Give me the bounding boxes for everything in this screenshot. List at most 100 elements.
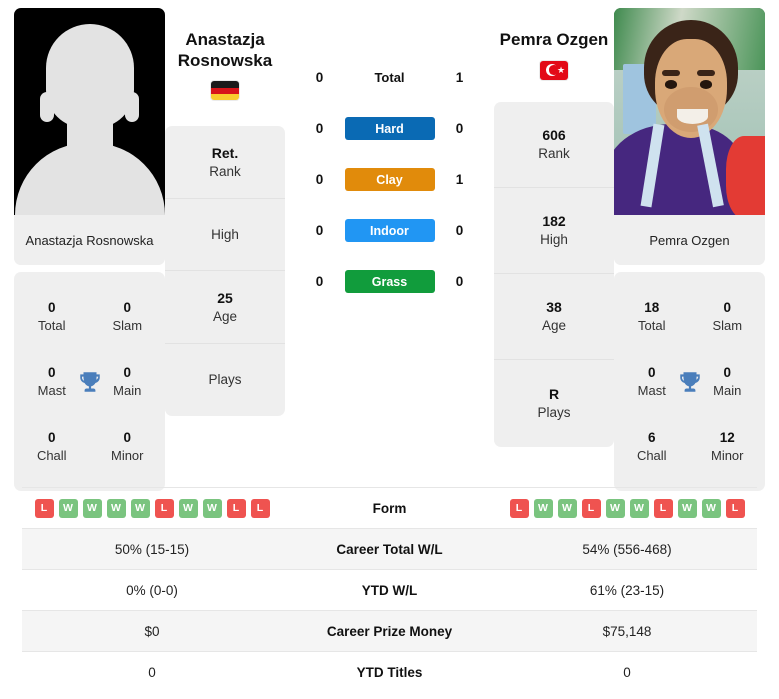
surface-row-indoor: 0 Indoor 0 (285, 219, 494, 242)
left-player-name[interactable]: Anastazja Rosnowska (165, 30, 285, 71)
right-player-photo-card[interactable]: Pemra Ozgen (614, 8, 765, 265)
name-line-1: Pemra Ozgen (499, 30, 609, 49)
right-titles-total: 18 Total (614, 299, 690, 334)
form-badge-l: L (653, 498, 673, 518)
label: Minor (710, 447, 744, 463)
right-player-name-block: Pemra Ozgen ★ (494, 8, 614, 80)
label: Plays (208, 372, 242, 388)
form-badge-w: W (58, 498, 78, 518)
name-line-1: Anastazja (185, 30, 265, 49)
value: Ret. (211, 144, 239, 161)
surface-badge-grass[interactable]: Grass (344, 270, 435, 293)
form-badge-w: W (202, 498, 222, 518)
left-score-indoor: 0 (315, 223, 324, 238)
left-score-grass: 0 (315, 274, 324, 289)
left-player-photo-card[interactable]: Anastazja Rosnowska (14, 8, 165, 265)
label: Total (638, 317, 666, 333)
player-portrait-image (614, 8, 765, 215)
right-stat-rank: 606 Rank (494, 102, 614, 188)
right-score-total: 1 (455, 70, 464, 85)
name-line-2: Rosnowska (177, 50, 273, 70)
right-titles-chall: 6 Chall (614, 429, 690, 464)
form-badge-w: W (130, 498, 150, 518)
right-score-grass: 0 (455, 274, 464, 289)
value: 18 (644, 300, 660, 316)
label: Chall (636, 447, 667, 463)
left-stat-age: 25 Age (165, 271, 285, 344)
surface-row-total: 0 Total 1 (285, 66, 494, 89)
label: Total (38, 317, 66, 333)
left-score-clay: 0 (315, 172, 324, 187)
table-row-career-total-wl: 50% (15-15) Career Total W/L 54% (556-46… (22, 528, 757, 570)
right-score-hard: 0 (455, 121, 464, 136)
form-badge-w: W (106, 498, 126, 518)
surface-badge-hard[interactable]: Hard (344, 117, 435, 140)
left-titles-total: 0 Total (14, 299, 90, 334)
right-career-total-wl: 54% (556-468) (582, 541, 672, 557)
label: High (211, 226, 239, 242)
right-player-photo-caption: Pemra Ozgen (614, 215, 765, 265)
table-row-career-prize-money: $0 Career Prize Money $75,148 (22, 610, 757, 652)
label: Age (212, 308, 238, 324)
right-player-name[interactable]: Pemra Ozgen (494, 30, 614, 51)
form-badge-w: W (605, 498, 625, 518)
right-score-indoor: 0 (455, 223, 464, 238)
surface-row-grass: 0 Grass 0 (285, 270, 494, 293)
form-badge-w: W (178, 498, 198, 518)
left-ytd-titles: 0 (148, 664, 156, 680)
table-row-ytd-wl: 0% (0-0) YTD W/L 61% (23-15) (22, 569, 757, 611)
right-ytd-wl: 61% (23-15) (589, 582, 665, 598)
right-player-titles-grid: 18 Total 0 Slam 0 Mast 0 Main 6 Chall 12… (614, 272, 765, 491)
left-form-cell: LWWWWLWWLL (22, 488, 282, 529)
left-player-stat-stack: Ret. Rank High 25 Age Plays (165, 126, 285, 417)
surface-badge-indoor[interactable]: Indoor (344, 219, 435, 242)
left-player-titles-grid: 0 Total 0 Slam 0 Mast 0 Main 0 Chall 0 M… (14, 272, 165, 491)
form-badge-w: W (533, 498, 553, 518)
comparison-header: Anastazja Rosnowska 0 Total 0 Slam 0 Mas… (0, 0, 779, 491)
right-stat-high: 182 High (494, 188, 614, 275)
germany-flag-icon (211, 81, 239, 101)
row-label-ytd-wl: YTD W/L (361, 582, 418, 598)
player-comparison-page: Anastazja Rosnowska 0 Total 0 Slam 0 Mas… (0, 0, 779, 699)
value: 38 (546, 299, 562, 316)
surface-row-hard: 0 Hard 0 (285, 117, 494, 140)
value: 0 (123, 430, 131, 446)
avatar-placeholder-icon (14, 8, 165, 215)
form-badge-w: W (629, 498, 649, 518)
label: Rank (538, 145, 570, 161)
value: 25 (217, 289, 233, 306)
right-stat-plays: R Plays (494, 360, 614, 446)
form-badge-l: L (581, 498, 601, 518)
label: Plays (537, 404, 571, 420)
trophy-icon (679, 371, 700, 392)
right-player-stat-stack: 606 Rank 182 High 38 Age R Plays (494, 101, 614, 447)
form-badge-l: L (509, 498, 529, 518)
row-label-career-total-wl: Career Total W/L (336, 541, 443, 557)
left-player-photo-caption: Anastazja Rosnowska (14, 215, 165, 265)
right-titles-minor: 12 Minor (690, 429, 766, 464)
label: Chall (36, 447, 67, 463)
surface-badge-clay[interactable]: Clay (344, 168, 435, 191)
form-badge-l: L (226, 498, 246, 518)
label: Slam (112, 317, 143, 333)
left-career-total-wl: 50% (15-15) (114, 541, 190, 557)
right-stat-age: 38 Age (494, 274, 614, 361)
surface-head2head-column: 0 Total 1 0 Hard 0 0 Clay 1 0 Indoor 0 0 (285, 8, 494, 293)
value: 0 (47, 300, 56, 316)
left-titles-slam: 0 Slam (90, 299, 166, 334)
label: Minor (110, 447, 144, 463)
value: R (548, 386, 560, 403)
form-badge-l: L (725, 498, 745, 518)
value: 0 (723, 300, 731, 316)
form-badge-w: W (701, 498, 721, 518)
form-badge-l: L (154, 498, 174, 518)
form-badge-w: W (677, 498, 697, 518)
value: 0 (47, 430, 56, 446)
left-form-strip: LWWWWLWWLL (22, 498, 282, 518)
right-form-cell: LWWLWWLWWL (497, 488, 757, 529)
row-label-career-prize-money: Career Prize Money (326, 623, 453, 639)
right-form-strip: LWWLWWLWWL (497, 498, 757, 518)
label: Slam (712, 317, 743, 333)
form-badge-w: W (557, 498, 577, 518)
left-stat-high: High (165, 199, 285, 272)
